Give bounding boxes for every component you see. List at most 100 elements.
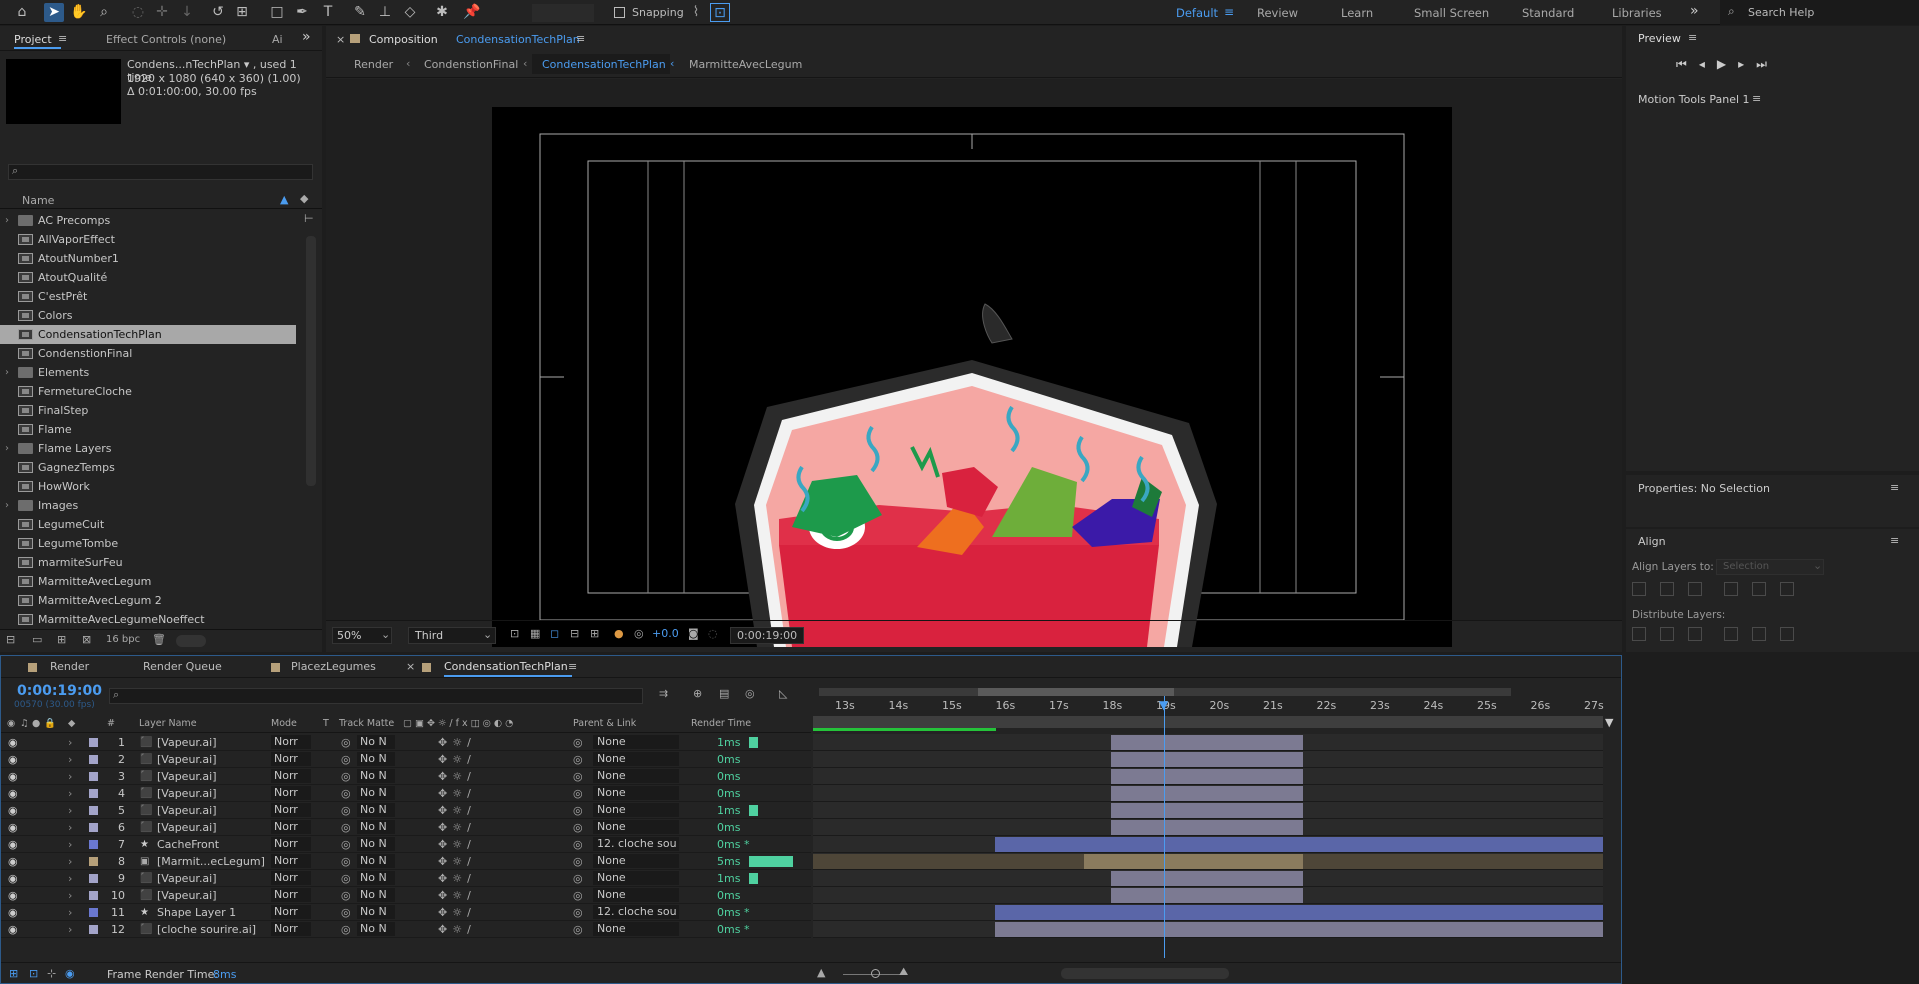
close-comp-icon[interactable]: × xyxy=(336,33,345,46)
timecode-field[interactable]: 0:00:19:00 xyxy=(730,627,804,644)
column-track-matte[interactable]: Track Matte xyxy=(339,718,394,729)
project-item[interactable]: GagnezTemps xyxy=(0,458,296,477)
expand-arrow-icon[interactable]: › xyxy=(5,439,9,458)
home-icon[interactable]: ⌂ xyxy=(12,3,32,22)
timeline-track[interactable] xyxy=(813,921,1603,938)
snap-options-icon[interactable]: ⌇ xyxy=(686,3,706,22)
pen-tool-icon[interactable]: ✒ xyxy=(292,3,312,22)
column-layer-name[interactable]: Layer Name xyxy=(139,718,197,729)
tab-render[interactable]: Render xyxy=(50,656,89,678)
zoom-in-icon[interactable]: ⛰ xyxy=(899,965,908,979)
workspace-review[interactable]: Review xyxy=(1257,6,1298,20)
expand-arrow-icon[interactable]: › xyxy=(5,496,9,515)
layer-bar-pre[interactable] xyxy=(813,854,1084,869)
align-vcenter-icon[interactable] xyxy=(1752,582,1766,596)
more-tabs-icon[interactable]: » xyxy=(302,29,311,45)
composition-name[interactable]: CondensationTechPlan xyxy=(456,33,580,46)
playhead[interactable] xyxy=(1164,696,1165,958)
column-render-time[interactable]: Render Time xyxy=(691,718,751,729)
tab-render-queue[interactable]: Render Queue xyxy=(143,656,222,678)
project-item[interactable]: LegumeCuit xyxy=(0,515,296,534)
align-left-icon[interactable] xyxy=(1632,582,1646,596)
tab-effect-controls[interactable]: Effect Controls (none) xyxy=(106,33,226,46)
breadcrumb-marmitteaveclegum[interactable]: MarmitteAvecLegum xyxy=(689,58,802,71)
align-right-icon[interactable] xyxy=(1688,582,1702,596)
pan-camera-icon[interactable]: ✛ xyxy=(152,3,172,22)
timeline-horizontal-scrollbar[interactable] xyxy=(1061,968,1229,979)
project-item[interactable]: HowWork xyxy=(0,477,296,496)
orbit-camera-icon[interactable]: ◌ xyxy=(128,3,148,22)
project-item[interactable]: marmiteSurFeu xyxy=(0,553,296,572)
timeline-menu-icon[interactable]: ≡ xyxy=(568,660,577,673)
play-icon[interactable]: ▶ xyxy=(1717,57,1738,71)
expand-modes-icon[interactable]: ⊡ xyxy=(29,967,38,980)
expand-layer-switches-icon[interactable]: ⊞ xyxy=(9,967,18,980)
transparency-grid-icon[interactable]: ▦ xyxy=(530,627,540,640)
distribute-left-icon[interactable] xyxy=(1724,627,1738,641)
reset-exposure-icon[interactable]: ◎ xyxy=(634,627,644,640)
breadcrumb-condensationtechplan[interactable]: CondensationTechPlan xyxy=(542,58,666,71)
layer-bar[interactable] xyxy=(1110,871,1304,886)
flowchart-icon[interactable]: ⊢ xyxy=(304,212,316,232)
previous-frame-icon[interactable]: ◂ xyxy=(1699,57,1717,71)
workspace-standard[interactable]: Standard xyxy=(1522,6,1574,20)
zoom-range-bar[interactable] xyxy=(978,688,1174,696)
tab-project[interactable]: Project xyxy=(14,33,52,46)
motion-blur-icon[interactable]: ◎ xyxy=(745,687,755,700)
project-item[interactable]: MarmitteAvecLegumeNoeffect xyxy=(0,610,296,629)
selection-tool-icon[interactable]: ➤ xyxy=(44,3,64,22)
zoom-select[interactable]: 50% ⌄ xyxy=(332,627,392,644)
dolly-camera-icon[interactable]: ↓ xyxy=(177,3,197,22)
align-menu-icon[interactable]: ≡ xyxy=(1890,534,1899,547)
adjust-icon[interactable]: ⊠ xyxy=(82,633,91,646)
timeline-track[interactable] xyxy=(813,734,1603,751)
column-name[interactable]: Name xyxy=(22,194,54,207)
project-item[interactable]: › Flame Layers xyxy=(0,439,296,458)
channel-icon[interactable]: ⊞ xyxy=(590,627,599,640)
layer-bar[interactable] xyxy=(1110,888,1304,903)
viewer-area[interactable] xyxy=(326,79,1622,647)
expand-time-icon[interactable]: ⊹ xyxy=(47,967,56,980)
close-tab-icon[interactable]: × xyxy=(406,660,415,673)
layer-bar[interactable] xyxy=(995,922,1603,937)
timeline-track[interactable] xyxy=(813,819,1603,836)
distribute-right-icon[interactable] xyxy=(1780,627,1794,641)
column-parent[interactable]: Parent & Link xyxy=(573,718,636,729)
zoom-out-icon[interactable]: ▲ xyxy=(817,966,825,979)
layer-bar[interactable] xyxy=(1110,735,1304,750)
align-hcenter-icon[interactable] xyxy=(1660,582,1674,596)
eraser-tool-icon[interactable]: ◇ xyxy=(400,3,420,22)
draft-3d-icon[interactable]: ⊕ xyxy=(693,687,702,700)
layer-bar[interactable] xyxy=(1110,803,1304,818)
project-item[interactable]: FinalStep xyxy=(0,401,296,420)
breadcrumb-render[interactable]: Render xyxy=(354,58,393,71)
project-item[interactable]: AtoutNumber1 xyxy=(0,249,296,268)
timeline-zoom-thumb[interactable] xyxy=(871,969,880,978)
label-column-icon[interactable]: ◆ xyxy=(68,718,75,729)
shy-layers-icon[interactable]: ▤ xyxy=(719,687,729,700)
new-folder-icon[interactable]: ▭ xyxy=(32,633,42,646)
layer-bar[interactable] xyxy=(995,905,1603,920)
project-item[interactable]: C'estPrêt xyxy=(0,287,296,306)
snap-target-icon[interactable]: ⊡ xyxy=(710,3,730,22)
project-item[interactable]: CondensationTechPlan xyxy=(0,325,296,344)
more-workspaces-icon[interactable]: » xyxy=(1690,3,1699,19)
project-search-input[interactable]: ⌕ xyxy=(8,164,313,180)
timeline-track[interactable] xyxy=(813,904,1603,921)
snapping-checkbox[interactable] xyxy=(614,7,625,18)
project-item[interactable]: Colors xyxy=(0,306,296,325)
new-comp-icon[interactable]: ⊞ xyxy=(57,633,66,646)
breadcrumb-condenstionfinal[interactable]: CondenstionFinal xyxy=(424,58,518,71)
expand-arrow-icon[interactable]: › xyxy=(5,363,9,382)
grid-guides-icon[interactable]: ⊟ xyxy=(570,627,579,640)
snapshot-icon[interactable]: ◙ xyxy=(688,627,699,640)
timeline-track[interactable] xyxy=(813,751,1603,768)
audio-switch-icon[interactable]: ♫ xyxy=(20,718,29,729)
search-help-field[interactable]: ⌕ Search Help xyxy=(1720,0,1919,25)
workspace-default[interactable]: Default xyxy=(1176,6,1218,20)
project-item[interactable]: Flame xyxy=(0,420,296,439)
properties-menu-icon[interactable]: ≡ xyxy=(1890,481,1899,494)
render-time-toggle-icon[interactable]: ◉ xyxy=(65,967,75,980)
composition-menu-icon[interactable]: ≡ xyxy=(576,32,585,45)
clone-stamp-icon[interactable]: ⊥ xyxy=(375,3,395,22)
